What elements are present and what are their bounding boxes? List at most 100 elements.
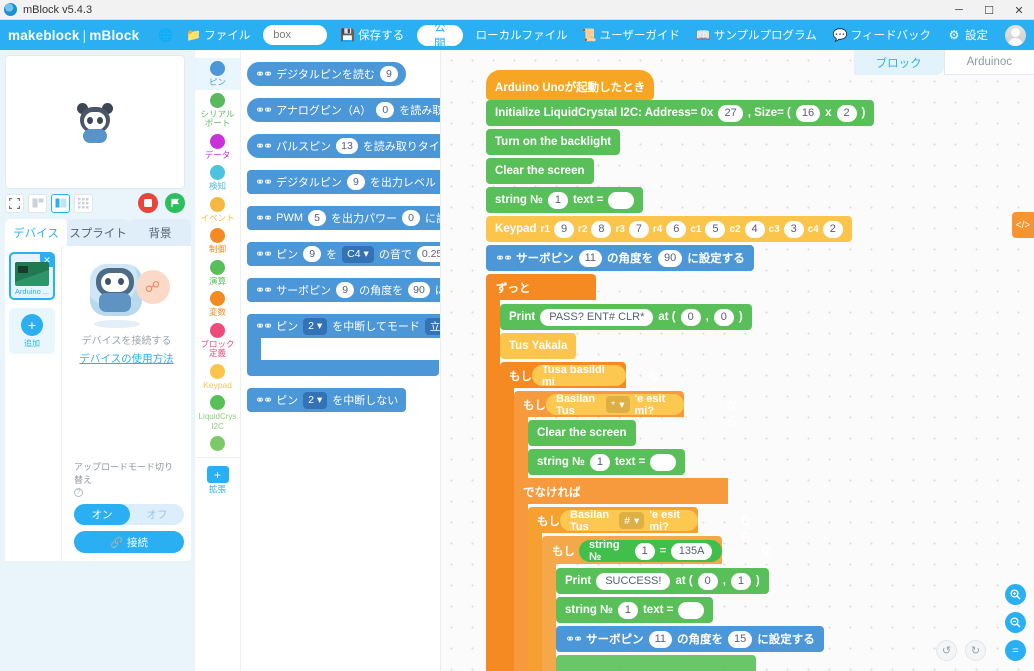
category-keypad[interactable]: Keypad [195, 361, 240, 393]
feedback-button[interactable]: 💬 フィードバック [826, 20, 938, 50]
keypad-pin-input[interactable]: 2 [822, 220, 843, 238]
local-file-button[interactable]: ローカルファイル [469, 20, 575, 50]
string-number-input[interactable]: 1 [634, 542, 655, 560]
block-print-2[interactable]: Print SUCCESS! at ( 0 , 1 ) [556, 568, 769, 594]
string-text-input[interactable] [650, 453, 677, 471]
servo-angle-input[interactable]: 15 [728, 630, 753, 648]
print-y-input[interactable]: 0 [713, 308, 734, 326]
block-clear-screen-2[interactable]: Clear the screen [528, 420, 636, 446]
block-tus-yakala[interactable]: Tus Yakala [500, 333, 577, 359]
block-if-3[interactable]: もし Basilan Tus # ▾ 'e esit mi? なら [528, 507, 752, 544]
category-data[interactable]: データ [195, 131, 240, 163]
category-extra[interactable] [195, 433, 240, 453]
block-string-text-2[interactable]: string № 1 text = [528, 449, 686, 475]
block-lcd-initialize[interactable]: Initialize LiquidCrystal I2C: Address= 0… [486, 100, 875, 126]
palette-block-read-analog-pin[interactable]: ⚭⚭ アナログピン（A） 0 を読み取る [247, 98, 440, 122]
keypad-pin-input[interactable]: 5 [705, 220, 726, 238]
block-input[interactable]: 5 [308, 210, 326, 226]
block-if-2[interactable]: もし Basilan Tus * ▾ 'e esit mi? なら [514, 391, 738, 428]
condition-basilan-tus-hash[interactable]: Basilan Tus # ▾ 'e esit mi? [560, 509, 698, 533]
redo-icon[interactable]: ↻ [965, 640, 986, 661]
close-button[interactable]: ✕ [1004, 0, 1034, 20]
lcd-address-input[interactable]: 27 [718, 104, 743, 122]
palette-block-play-tone-pin[interactable]: ⚭⚭ ピン 9 を C4▾ の音で 0.25 拍 [247, 242, 440, 266]
condition-dropdown[interactable]: * ▾ [606, 396, 630, 413]
tab-devices[interactable]: デバイス [5, 219, 67, 246]
string-text-input[interactable] [608, 191, 635, 209]
lcd-cols-input[interactable]: 16 [795, 104, 821, 122]
settings-button[interactable]: ⚙ 設定 [940, 20, 995, 50]
keypad-pin-input[interactable]: 9 [554, 220, 574, 238]
tab-sprites[interactable]: スプライト [67, 219, 129, 246]
block-arduino-uno-start[interactable]: Arduino Unoが起動したとき [486, 70, 655, 100]
category-operators[interactable]: 演算 [195, 257, 240, 289]
stage-fullscreen-button[interactable] [5, 193, 24, 213]
block-if-4[interactable]: もし string № 1 = 135A なら [542, 536, 772, 574]
block-input[interactable]: 9 [336, 282, 355, 298]
user-avatar[interactable] [1005, 24, 1026, 46]
palette-block-pin-no-interrupt[interactable]: ⚭⚭ ピン 2 ▾ を中断しない [247, 388, 407, 412]
condition-basilan-tus-star[interactable]: Basilan Tus * ▾ 'e esit mi? [546, 393, 684, 417]
block-input[interactable]: 13 [336, 138, 358, 154]
block-keypad-config[interactable]: Keypad r1 9 r2 8 r3 7 r4 6 c1 5 c2 4 c3 … [486, 216, 852, 242]
stop-icon[interactable] [138, 193, 158, 213]
string-number-input[interactable]: 1 [617, 601, 638, 619]
condition-tusa-basildi-mi[interactable]: Tusa basildi mi [532, 364, 626, 388]
category-sensing[interactable]: 検知 [195, 162, 240, 194]
category-pins[interactable]: ピン [195, 58, 240, 90]
servo-pin-input[interactable]: 11 [648, 630, 673, 648]
category-events[interactable]: イベント [195, 194, 240, 226]
block-input[interactable]: 9 [379, 66, 398, 82]
block-dropdown[interactable]: 立ち上▾ [424, 317, 440, 335]
block-set-servo-angle-1[interactable]: ⚭⚭ サーボピン 11 の角度を 90 に設定する [486, 245, 754, 271]
zoom-out-icon[interactable] [1005, 612, 1026, 633]
string-number-input[interactable]: 1 [589, 453, 610, 471]
keypad-pin-input[interactable]: 8 [591, 220, 612, 238]
stage-large-button[interactable] [51, 193, 70, 213]
keypad-pin-input[interactable]: 6 [666, 220, 687, 238]
minimize-button[interactable]: ─ [944, 0, 974, 20]
compare-value-input[interactable]: 135A [671, 542, 712, 560]
add-extension-button[interactable]: + 拡張 [195, 457, 240, 497]
print-x-input[interactable]: 0 [697, 572, 718, 590]
category-variables[interactable]: 変数 [195, 288, 240, 320]
palette-block-set-pwm-output[interactable]: ⚭⚭ PWM 5 を出力パワー 0 に設定 [247, 206, 440, 230]
print-text-input[interactable]: SUCCESS! [596, 572, 671, 590]
block-input[interactable]: 0 [402, 210, 420, 226]
block-if-1[interactable]: もし Tusa basildi mi なら [500, 362, 660, 399]
palette-block-read-digital-pin[interactable]: ⚭⚭ デジタルピンを読む 9 [247, 62, 406, 86]
tab-arduino-code[interactable]: Arduinoc [943, 50, 1034, 75]
toggle-off-option[interactable]: オフ [130, 507, 184, 522]
device-card-arduino[interactable]: ✕ Arduino ... [9, 252, 55, 300]
print-y-input[interactable]: 1 [730, 572, 751, 590]
block-turn-on-backlight[interactable]: Turn on the backlight [486, 129, 621, 155]
user-guide-button[interactable]: 📜 ユーザーガイド [575, 20, 687, 50]
condition-dropdown[interactable]: # ▾ [619, 512, 645, 529]
block-input[interactable]: 9 [346, 174, 365, 190]
servo-pin-input[interactable]: 11 [578, 249, 603, 267]
tab-backgrounds[interactable]: 背景 [129, 219, 191, 246]
palette-block-read-pulse-pin[interactable]: ⚭⚭ パルスピン 13 を読み取りタイムアウ [247, 134, 440, 158]
block-input[interactable]: 0 [376, 102, 395, 118]
block-set-servo-angle-2[interactable]: ⚭⚭ サーボピン 11 の角度を 15 に設定する [556, 626, 824, 652]
palette-block-pin-interrupt-mode[interactable]: ⚭⚭ ピン 2▾ を中断してモード 立ち上▾ [247, 314, 440, 338]
block-dropdown[interactable]: 2 ▾ [303, 317, 328, 335]
block-dropdown[interactable]: 2 ▾ [303, 391, 328, 409]
block-input[interactable]: 90 [408, 282, 430, 298]
palette-block-set-servo-pin-angle[interactable]: ⚭⚭ サーボピン 9 の角度を 90 に設定 [247, 278, 440, 302]
servo-angle-input[interactable]: 90 [658, 249, 683, 267]
keypad-pin-input[interactable]: 7 [628, 220, 649, 238]
block-next-partial[interactable] [556, 655, 756, 671]
block-clear-screen-1[interactable]: Clear the screen [486, 158, 594, 184]
project-name-input[interactable]: box [263, 25, 328, 45]
keypad-pin-input[interactable]: 3 [783, 220, 804, 238]
stage-grid-button[interactable] [74, 193, 93, 213]
block-string-text-1[interactable]: string № 1 text = [486, 187, 644, 213]
add-device-button[interactable]: + 追加 [9, 308, 55, 354]
stage-small-button[interactable] [28, 193, 47, 213]
upload-mode-toggle[interactable]: オン オフ [74, 504, 184, 525]
block-string-text-3[interactable]: string № 1 text = [556, 597, 714, 623]
keypad-pin-input[interactable]: 4 [744, 220, 765, 238]
zoom-in-icon[interactable] [1005, 584, 1026, 605]
question-icon[interactable]: ? [74, 488, 83, 497]
